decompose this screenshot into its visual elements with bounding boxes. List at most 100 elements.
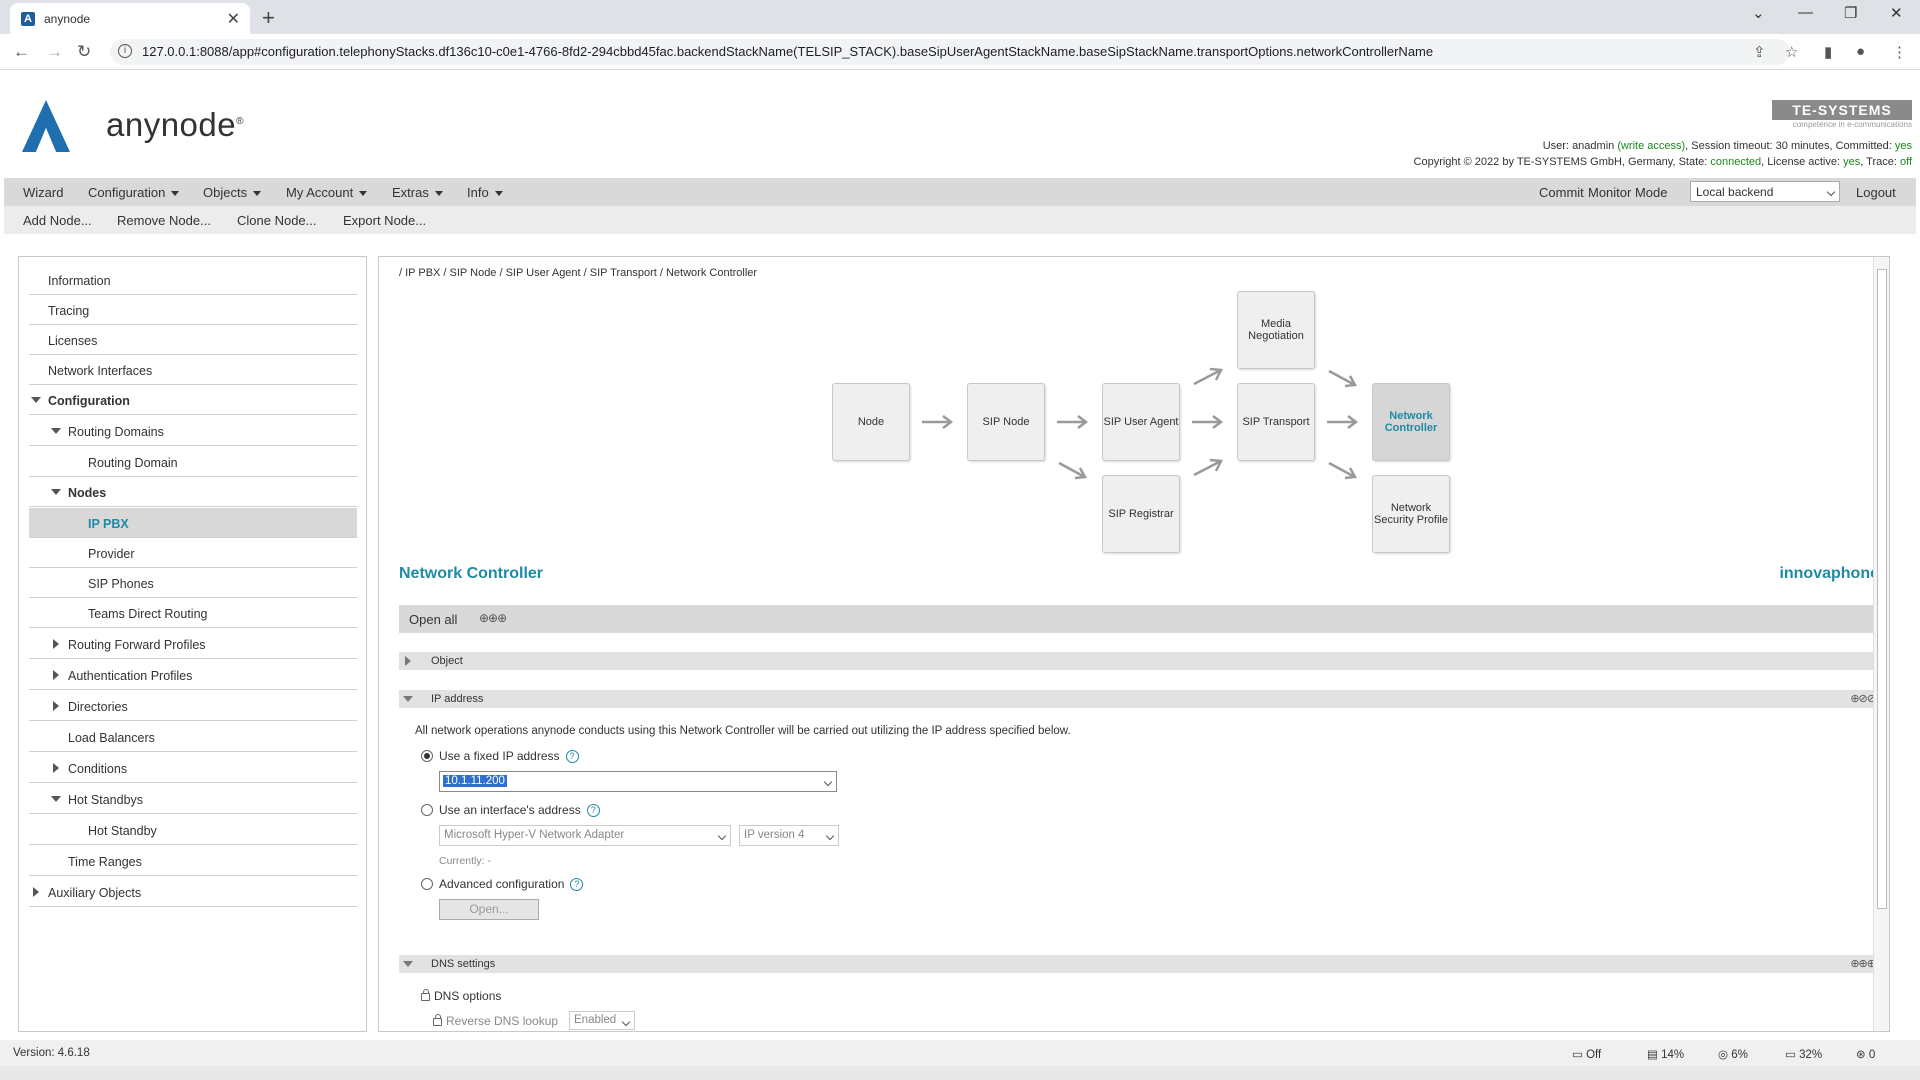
collapsed-triangle-icon[interactable]	[33, 887, 39, 897]
new-tab-icon[interactable]: +	[262, 5, 275, 31]
help-icon[interactable]: ?	[570, 878, 584, 892]
sidebar-item-provider[interactable]: Provider	[29, 538, 357, 568]
monitor-mode-button[interactable]: Monitor Mode	[1588, 185, 1667, 200]
sidebar-item-teams-direct-routing[interactable]: Teams Direct Routing	[29, 598, 357, 628]
sidebar-item-sip-phones[interactable]: SIP Phones	[29, 568, 357, 598]
interface-adapter-select[interactable]: Microsoft Hyper-V Network Adapter	[439, 825, 731, 846]
help-icon[interactable]: ?	[586, 804, 600, 818]
fixed-ip-radio[interactable]	[421, 750, 433, 762]
menu-info[interactable]: Info	[467, 185, 503, 200]
sidebar-item-time-ranges[interactable]: Time Ranges	[29, 846, 357, 876]
tab-search-icon[interactable]: ⌄	[1752, 4, 1765, 22]
sidebar-item-nodes[interactable]: Nodes	[29, 477, 357, 507]
back-icon[interactable]: ←	[13, 42, 30, 62]
section-object-header[interactable]: Object	[399, 652, 1879, 670]
sidebar-item-ip-pbx[interactable]: IP PBX	[29, 508, 357, 538]
sidebar-item-routing-forward-profiles[interactable]: Routing Forward Profiles	[29, 629, 357, 659]
fixed-ip-select[interactable]: 10.1.11.200	[439, 771, 837, 792]
menu-configuration[interactable]: Configuration	[88, 185, 180, 200]
collapsed-triangle-icon[interactable]	[53, 701, 59, 711]
menu-my-account[interactable]: My Account	[286, 185, 368, 200]
section-action-icons[interactable]: ⊕⊘⊘	[1850, 692, 1876, 705]
export-node-button[interactable]: Export Node...	[343, 213, 426, 228]
browser-tab[interactable]: A anynode ✕	[10, 3, 250, 34]
forward-icon[interactable]: →	[46, 42, 63, 62]
te-systems-logo: TE-SYSTEMS	[1772, 100, 1912, 120]
sidebar-item-configuration[interactable]: Configuration	[29, 385, 357, 415]
share-icon[interactable]: ⇪	[1753, 43, 1766, 61]
diagram-sip-registrar[interactable]: SIP Registrar	[1102, 475, 1180, 553]
menu-objects[interactable]: Objects	[203, 185, 262, 200]
help-icon[interactable]: ?	[565, 750, 579, 764]
browser-menu-icon[interactable]: ⋮	[1892, 43, 1907, 61]
diagram-sip-transport[interactable]: SIP Transport	[1237, 383, 1315, 461]
expanded-triangle-icon[interactable]	[51, 796, 61, 802]
sidebar-item-routing-domain[interactable]: Routing Domain	[29, 447, 357, 477]
restore-icon[interactable]: ❐	[1844, 4, 1857, 22]
commit-button[interactable]: Commit	[1539, 185, 1584, 200]
section-dns-settings-header[interactable]: DNS settings ⊕⊕⊕	[399, 955, 1879, 973]
sidebar-item-hot-standby[interactable]: Hot Standby	[29, 815, 357, 845]
diagram-network-controller[interactable]: Network Controller	[1372, 383, 1450, 461]
expanded-triangle-icon[interactable]	[51, 489, 61, 495]
sidebar-item-auxiliary-objects[interactable]: Auxiliary Objects	[29, 877, 357, 907]
bookmark-star-icon[interactable]: ☆	[1785, 43, 1798, 61]
url-text[interactable]: 127.0.0.1:8088/app#configuration.telepho…	[142, 44, 1433, 59]
expanded-triangle-icon[interactable]	[403, 696, 413, 702]
sidebar-item-conditions[interactable]: Conditions	[29, 753, 357, 783]
sidebar-item-information[interactable]: Information	[29, 265, 357, 295]
expanded-triangle-icon[interactable]	[31, 397, 41, 403]
logout-button[interactable]: Logout	[1856, 185, 1896, 200]
clone-node-button[interactable]: Clone Node...	[237, 213, 317, 228]
diagram-sip-node[interactable]: SIP Node	[967, 383, 1045, 461]
diagram-network-security-profile[interactable]: Network Security Profile	[1372, 475, 1450, 553]
menu-wizard[interactable]: Wizard	[23, 185, 63, 200]
reverse-dns-select[interactable]: Enabled	[569, 1011, 635, 1030]
sidebar-item-licenses[interactable]: Licenses	[29, 325, 357, 355]
expanded-triangle-icon[interactable]	[403, 961, 413, 967]
diagram-media-negotiation[interactable]: Media Negotiation	[1237, 291, 1315, 369]
url-field[interactable]: i 127.0.0.1:8088/app#configuration.telep…	[110, 39, 1790, 65]
sidebar-item-network-interfaces[interactable]: Network Interfaces	[29, 355, 357, 385]
sidebar-item-directories[interactable]: Directories	[29, 691, 357, 721]
advanced-config-radio[interactable]	[421, 878, 433, 890]
section-action-icons[interactable]: ⊕⊕⊕	[1850, 957, 1876, 970]
collapsed-triangle-icon[interactable]	[53, 670, 59, 680]
sidebar-item-hot-standbys[interactable]: Hot Standbys	[29, 784, 357, 814]
diagram-node[interactable]: Node	[832, 383, 910, 461]
minimize-icon[interactable]: —	[1798, 4, 1813, 21]
dns-options-group[interactable]: DNS options	[421, 988, 501, 1003]
window-close-icon[interactable]: ✕	[1890, 4, 1903, 22]
menu-extras[interactable]: Extras	[392, 185, 443, 200]
interface-address-radio[interactable]	[421, 804, 433, 816]
address-bar: ← → ↻ i 127.0.0.1:8088/app#configuration…	[0, 34, 1920, 70]
current-interface-value: Currently: -	[439, 855, 491, 867]
collapsed-triangle-icon[interactable]	[53, 763, 59, 773]
ip-version-select[interactable]: IP version 4	[739, 825, 839, 846]
close-tab-icon[interactable]: ✕	[227, 9, 240, 29]
diagram-sip-user-agent[interactable]: SIP User Agent	[1102, 383, 1180, 461]
add-expand-collapse-icons[interactable]: ⊕⊕⊕	[479, 611, 507, 625]
sidebar-item-tracing[interactable]: Tracing	[29, 295, 357, 325]
main-scrollbar[interactable]	[1873, 257, 1889, 1031]
site-info-icon[interactable]: i	[118, 44, 132, 58]
backend-select[interactable]: Local backend	[1690, 181, 1840, 202]
side-panel-icon[interactable]: ▮	[1824, 43, 1832, 61]
expanded-triangle-icon[interactable]	[51, 428, 61, 434]
sidebar-item-label: Routing Forward Profiles	[68, 638, 206, 652]
section-ip-address-header[interactable]: IP address ⊕⊘⊘	[399, 690, 1879, 708]
add-node-button[interactable]: Add Node...	[23, 213, 92, 228]
sidebar-item-load-balancers[interactable]: Load Balancers	[29, 722, 357, 752]
reload-icon[interactable]: ↻	[77, 42, 91, 62]
open-all-button[interactable]: Open all	[409, 612, 457, 627]
profile-icon[interactable]: ●	[1856, 43, 1865, 60]
scrollbar-thumb[interactable]	[1877, 269, 1887, 909]
sidebar-item-label: Directories	[68, 700, 128, 714]
collapsed-triangle-icon[interactable]	[405, 656, 411, 666]
open-advanced-button[interactable]: Open...	[439, 899, 539, 920]
collapsed-triangle-icon[interactable]	[53, 639, 59, 649]
sidebar-item-label: Authentication Profiles	[68, 669, 193, 683]
sidebar-item-authentication-profiles[interactable]: Authentication Profiles	[29, 660, 357, 690]
remove-node-button[interactable]: Remove Node...	[117, 213, 211, 228]
sidebar-item-routing-domains[interactable]: Routing Domains	[29, 416, 357, 446]
